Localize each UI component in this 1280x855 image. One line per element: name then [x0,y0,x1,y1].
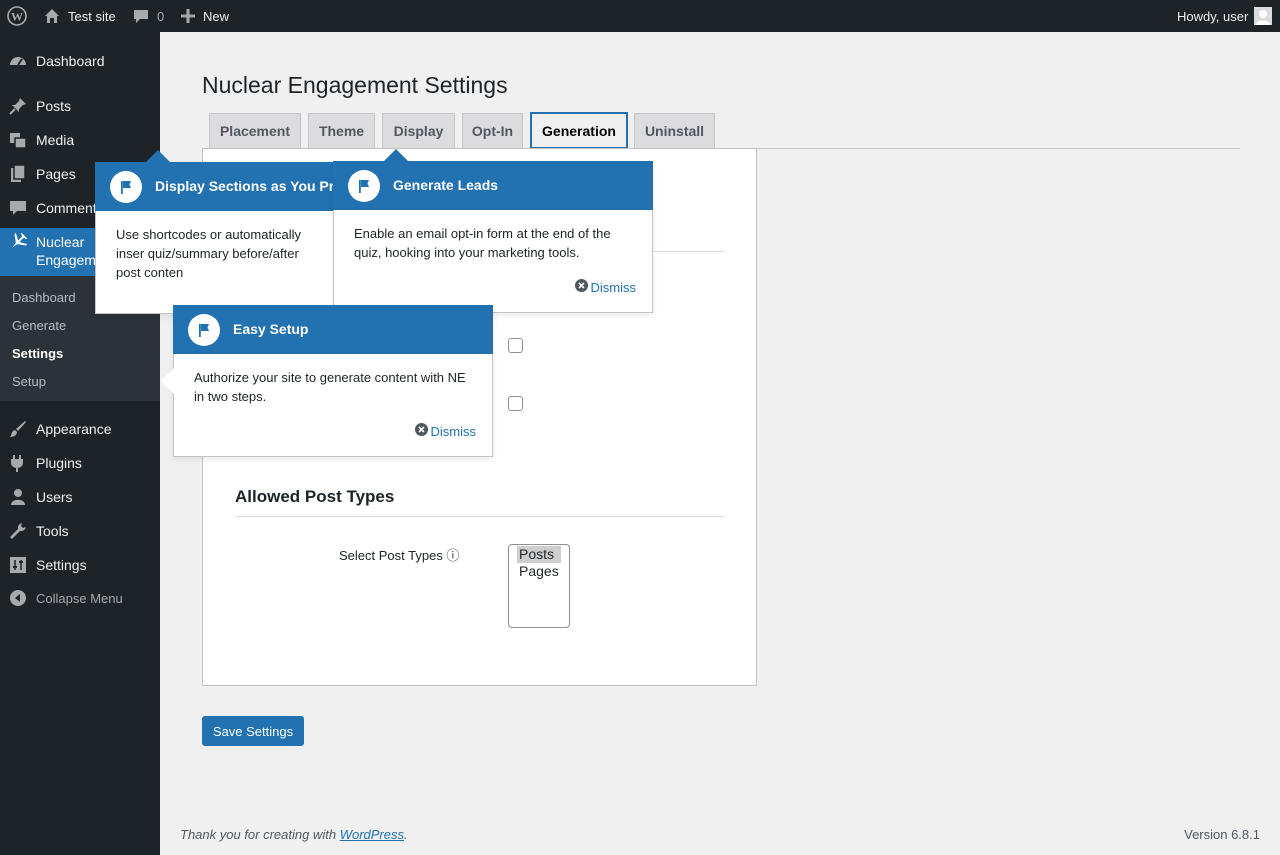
wrench-icon [8,521,28,541]
tab-display[interactable]: Display [382,113,455,149]
pointer-header: Easy Setup [173,305,493,354]
admin-sidebar: Dashboard Posts Media Pages Comments Nuc… [0,32,160,855]
new-content-link[interactable]: New [181,0,229,32]
post-type-option-pages[interactable]: Pages [517,563,561,580]
brush-icon [8,419,28,439]
sidebar-item-tools[interactable]: Tools [0,514,160,548]
tab-uninstall[interactable]: Uninstall [634,113,715,149]
page-title: Nuclear Engagement Settings [202,72,508,98]
close-circle-icon [574,279,588,295]
save-settings-button[interactable]: Save Settings [202,716,304,746]
wordpress-link[interactable]: WordPress [340,827,404,842]
dismiss-button[interactable]: Dismiss [574,279,637,295]
pointer-title: Easy Setup [233,321,309,337]
submenu-dashboard[interactable]: Dashboard [12,290,76,305]
pointer-display-sections: Display Sections as You Pr Use shortcode… [95,150,345,314]
comments-link[interactable]: 0 [133,0,164,32]
comment-icon [133,8,149,24]
dashboard-icon [8,51,28,71]
my-account-link[interactable]: Howdy, user [1177,0,1273,32]
media-icon [8,130,28,150]
footer-thanks-text: Thank you for creating with [180,827,340,842]
wordpress-logo-icon[interactable]: W [7,0,27,32]
pointer-arrow [161,368,174,394]
collapse-menu-button[interactable]: Collapse Menu [0,581,160,615]
collapse-icon [8,588,28,608]
tab-placement[interactable]: Placement [209,113,301,149]
sidebar-item-settings[interactable]: Settings [0,548,160,582]
comment-icon [8,198,28,218]
comments-count: 0 [157,8,165,24]
footer-period: . [404,827,408,842]
pointer-easy-setup: Easy Setup Authorize your site to genera… [161,305,493,457]
dismiss-button[interactable]: Dismiss [414,423,477,439]
svg-text:W: W [11,10,23,24]
new-label: New [203,8,230,24]
user-icon [8,487,28,507]
option-checkbox-2[interactable] [508,396,523,411]
post-type-option-posts[interactable]: Posts [517,546,561,563]
select-post-types-label: Select Post Types ⓘ [339,548,460,563]
pointer-body: Authorize your site to generate content … [194,370,466,404]
submenu-generate[interactable]: Generate [12,318,66,333]
tab-theme[interactable]: Theme [308,113,375,149]
dismiss-label: Dismiss [590,279,637,295]
sidebar-item-label: Nuclear [36,234,85,250]
site-name: Test site [68,8,116,24]
plus-icon [181,9,195,23]
post-types-multiselect[interactable]: Posts Pages [508,544,570,628]
settings-icon [8,555,28,575]
flag-icon [188,314,220,346]
admin-bar: W Test site 0 New Howdy, user [0,0,1280,32]
sidebar-item-media[interactable]: Media [0,123,160,157]
sidebar-item-dashboard[interactable]: Dashboard [0,44,160,78]
pointer-title: Display Sections as You Pr [155,178,335,194]
sidebar-item-posts[interactable]: Posts [0,89,160,123]
sidebar-item-appearance[interactable]: Appearance [0,412,160,446]
pages-icon [8,164,28,184]
pointer-title: Generate Leads [393,177,499,193]
sidebar-item-label-line2: Engagem [36,252,96,268]
greeting: Howdy, user [1177,8,1249,24]
submenu-setup[interactable]: Setup [12,374,46,389]
pointer-body: Enable an email opt-in form at the end o… [354,226,611,260]
pointer-generate-leads: Generate Leads Enable an email opt-in fo… [333,149,653,313]
allowed-post-types-heading: Allowed Post Types [235,487,395,506]
close-circle-icon [414,423,428,439]
option-checkbox-1[interactable] [508,338,523,353]
section-divider [235,516,725,517]
airplane-icon [8,232,28,252]
tab-opt-in[interactable]: Opt-In [462,113,523,149]
dismiss-label: Dismiss [430,423,477,439]
flag-icon [348,170,380,202]
home-icon [44,8,60,24]
avatar [1254,7,1273,25]
pointer-body: Use shortcodes or automatically inser qu… [116,227,301,280]
footer-version: Version 6.8.1 [1184,827,1260,842]
tab-generation[interactable]: Generation [530,112,628,149]
pointer-header: Display Sections as You Pr [95,162,345,211]
site-name-link[interactable]: Test site [44,0,116,32]
plugin-icon [8,453,28,473]
pin-icon [8,96,28,116]
pointer-header: Generate Leads [333,161,653,210]
flag-icon [110,171,142,203]
sidebar-item-users[interactable]: Users [0,480,160,514]
footer-thanks: Thank you for creating with WordPress. [180,827,408,842]
sidebar-item-plugins[interactable]: Plugins [0,446,160,480]
submenu-settings[interactable]: Settings [12,346,63,361]
